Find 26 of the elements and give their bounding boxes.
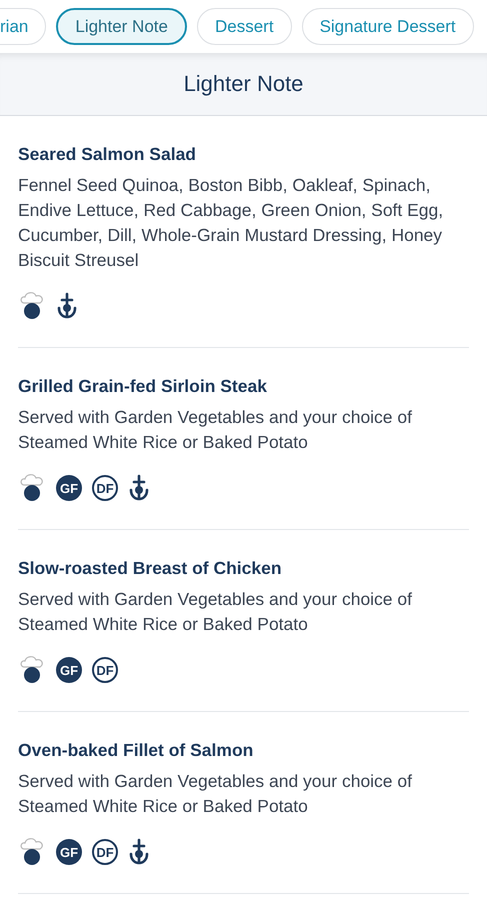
dish-description: Served with Garden Vegetables and your choice of Steamed White Rice or Baked Potato [18, 588, 413, 636]
category-tab[interactable]: Lighter Note [56, 8, 187, 45]
dish-name: Oven-baked Fillet of Salmon [18, 740, 254, 761]
anchor-icon [56, 292, 78, 320]
chef-hat-icon [18, 837, 46, 867]
dairy-free-badge: DF [92, 475, 118, 501]
anchor-icon [128, 838, 150, 866]
dish-name: Grilled Grain-fed Sirloin Steak [18, 376, 268, 397]
dairy-free-badge: DF [92, 839, 118, 865]
category-tab[interactable]: rian [0, 8, 46, 45]
chef-hat-icon [18, 291, 46, 321]
gluten-free-badge: GF [56, 657, 82, 683]
chef-hat-icon [18, 655, 46, 685]
dairy-free-badge: DF [92, 657, 118, 683]
section-title: Lighter Note [184, 71, 304, 97]
gluten-free-badge: GF [56, 839, 82, 865]
dish-name: Slow-roasted Breast of Chicken [18, 558, 283, 579]
dish-description: Fennel Seed Quinoa, Boston Bibb, Oakleaf, Spinach, Endive Lettuce, Red Cabbage, Green Onion, Soft Egg, Cucumber, Dill, Whole-Grain Mustard Dressing, Honey Biscuit Streusel [18, 174, 444, 272]
gluten-free-badge: GF [56, 475, 82, 501]
category-tab[interactable]: Dessert [196, 8, 292, 45]
category-tab[interactable]: Signature Dessert [302, 8, 474, 45]
chef-hat-icon [18, 473, 46, 503]
anchor-icon [128, 474, 150, 502]
dish-description: Served with Garden Vegetables and your choice of Steamed White Rice or Baked Potato [18, 770, 413, 818]
dish-name: Seared Salmon Salad [18, 144, 197, 165]
dish-description: Served with Garden Vegetables and your choice of Steamed White Rice or Baked Potato [18, 406, 413, 454]
